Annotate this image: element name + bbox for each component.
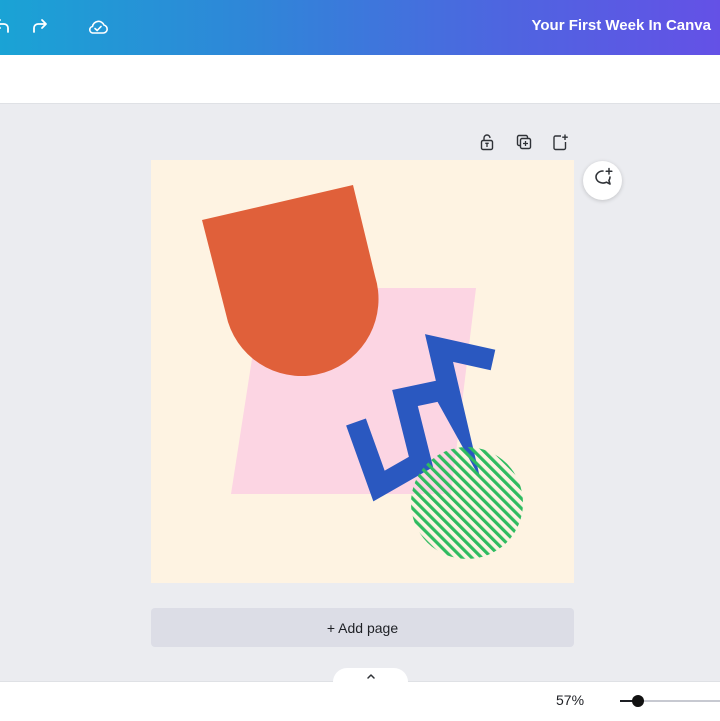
page-actions — [475, 130, 575, 154]
zoom-slider-thumb[interactable] — [632, 695, 644, 707]
add-comment-button[interactable] — [583, 161, 622, 200]
add-page-label: + Add page — [326, 619, 399, 636]
orange-arch-shape[interactable] — [202, 185, 379, 377]
editor-footer — [0, 681, 720, 721]
duplicate-page-icon[interactable] — [512, 130, 536, 154]
zoom-level[interactable]: 57% — [556, 692, 584, 708]
document-title[interactable]: Your First Week In Canva — [532, 17, 712, 34]
undo-icon[interactable] — [0, 13, 16, 41]
lock-icon[interactable] — [475, 130, 499, 154]
add-page-icon[interactable] — [548, 130, 572, 154]
design-page[interactable] — [151, 160, 574, 583]
redo-icon[interactable] — [26, 13, 54, 41]
design-artwork — [202, 185, 523, 559]
pages-expand-tab[interactable] — [333, 668, 408, 684]
context-toolbar — [0, 55, 720, 104]
green-striped-circle-shape[interactable] — [411, 447, 523, 559]
cloud-saved-icon[interactable] — [84, 13, 112, 41]
chevron-up-icon — [365, 668, 377, 686]
add-page-button[interactable]: + Add page — [151, 608, 574, 647]
editor-header: Your First Week In Canva — [0, 0, 720, 55]
add-comment-icon — [592, 167, 614, 194]
